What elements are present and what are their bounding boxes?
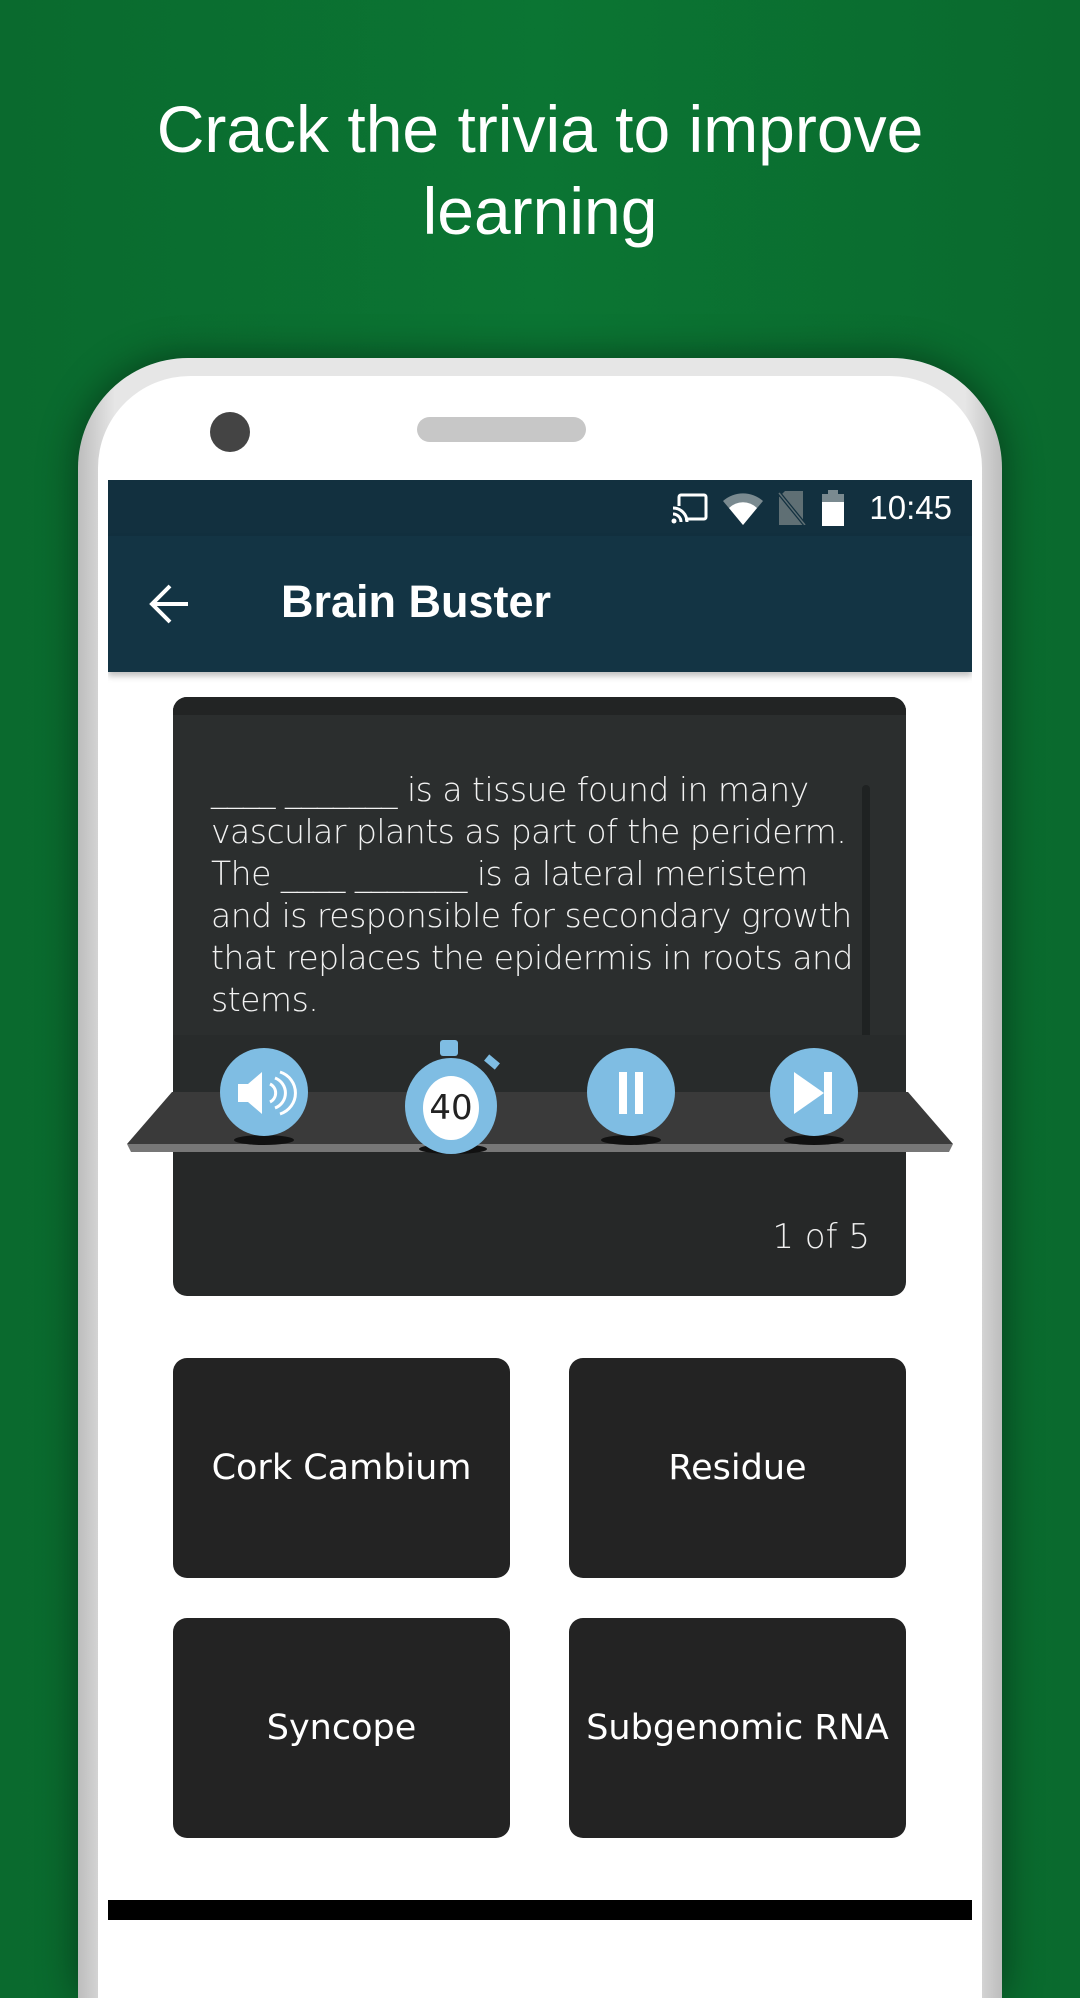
pause-button[interactable] — [587, 1048, 675, 1136]
answer-option-2[interactable]: Residue — [569, 1358, 906, 1578]
pause-button-shadow — [601, 1135, 661, 1145]
status-icons: 10:45 — [671, 489, 952, 526]
phone-screen: 10:45 Brain Buster ____ _______ is a tis… — [108, 480, 972, 1920]
front-camera — [210, 412, 250, 452]
question-text: ____ _______ is a tissue found in many v… — [211, 770, 853, 1019]
question-counter: 1 of 5 — [772, 1217, 870, 1257]
promo-headline-line1: Crack the trivia to improve — [156, 92, 924, 166]
answer-option-3[interactable]: Syncope — [173, 1618, 510, 1838]
next-button-shadow — [784, 1135, 844, 1145]
timer-display: 40 — [405, 1058, 497, 1154]
pause-icon — [619, 1072, 643, 1114]
status-time: 10:45 — [869, 489, 952, 526]
promo-headline: Crack the trivia to improve learning — [0, 88, 1080, 252]
battery-icon — [822, 490, 845, 526]
timer-seconds: 40 — [429, 1088, 473, 1128]
answer-option-4[interactable]: Subgenomic RNA — [569, 1618, 906, 1838]
status-bar: 10:45 — [108, 480, 972, 536]
stopwatch-crown — [440, 1040, 458, 1056]
no-sim-icon — [777, 491, 807, 525]
page-title: Brain Buster — [281, 576, 552, 627]
next-button[interactable] — [770, 1048, 858, 1136]
cast-icon — [671, 493, 708, 524]
speaker-icon — [238, 1070, 297, 1116]
wifi-icon — [723, 493, 764, 525]
question-scrollbar[interactable] — [862, 785, 870, 1039]
back-button[interactable] — [148, 582, 192, 626]
sound-button-shadow — [234, 1135, 294, 1145]
card-header-strip — [173, 697, 906, 715]
navigation-bar — [108, 1900, 972, 1920]
earpiece-speaker — [417, 417, 586, 442]
arrow-left-icon — [149, 584, 188, 624]
question-area: ____ _______ is a tissue found in many v… — [173, 715, 906, 1039]
skip-next-icon — [794, 1072, 832, 1114]
question-card: ____ _______ is a tissue found in many v… — [173, 697, 906, 1296]
promo-headline-line2: learning — [422, 174, 658, 248]
app-toolbar: Brain Buster — [108, 536, 972, 672]
sound-button[interactable] — [220, 1048, 308, 1136]
answer-option-1[interactable]: Cork Cambium — [173, 1358, 510, 1578]
